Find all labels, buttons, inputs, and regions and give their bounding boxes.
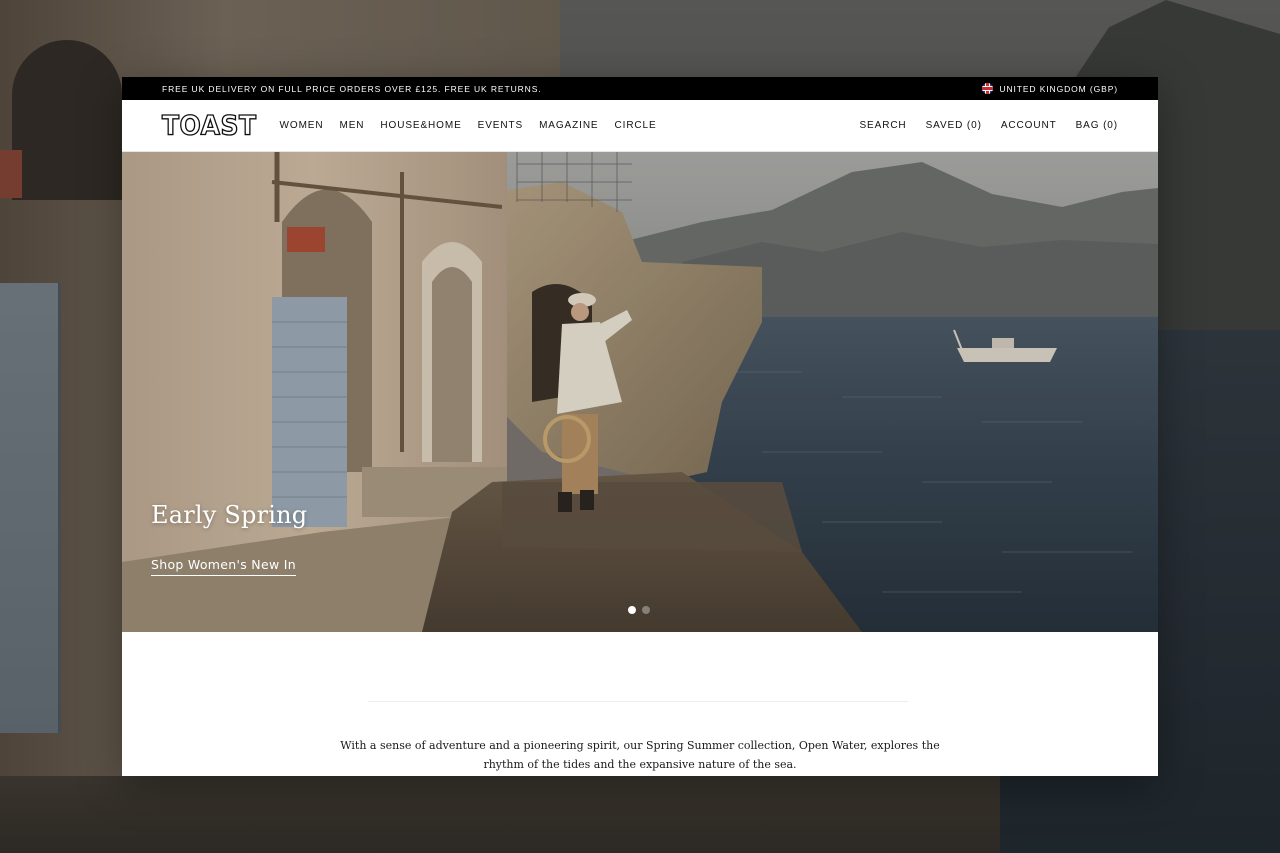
utility-nav: SEARCH SAVED (0) ACCOUNT BAG (0)	[859, 120, 1118, 131]
carousel-dots	[628, 606, 650, 614]
promo-message: FREE UK DELIVERY ON FULL PRICE ORDERS OV…	[162, 83, 542, 94]
bag-link[interactable]: BAG (0)	[1076, 120, 1118, 131]
carousel-dot-1[interactable]	[628, 606, 636, 614]
primary-nav: WOMEN MEN HOUSE&HOME EVENTS MAGAZINE CIR…	[280, 120, 657, 131]
toast-logo[interactable]: TOAST	[161, 112, 256, 140]
nav-magazine[interactable]: MAGAZINE	[539, 120, 598, 131]
nav-house-home[interactable]: HOUSE&HOME	[380, 120, 461, 131]
nav-women[interactable]: WOMEN	[280, 120, 324, 131]
intro-divider	[368, 701, 908, 702]
nav-circle[interactable]: CIRCLE	[615, 120, 657, 131]
saved-link[interactable]: SAVED (0)	[926, 120, 982, 131]
nav-men[interactable]: MEN	[340, 120, 365, 131]
hero-banner[interactable]: Early Spring Shop Women's New In	[122, 152, 1158, 632]
hero-cta-link[interactable]: Shop Women's New In	[151, 557, 296, 576]
region-selector[interactable]: UNITED KINGDOM (GBP)	[982, 83, 1118, 94]
header-left: TOAST WOMEN MEN HOUSE&HOME EVENTS MAGAZI…	[161, 112, 657, 140]
uk-flag-icon	[982, 83, 994, 94]
region-label: UNITED KINGDOM (GBP)	[999, 83, 1118, 94]
main-header: TOAST WOMEN MEN HOUSE&HOME EVENTS MAGAZI…	[122, 100, 1158, 152]
website-window: FREE UK DELIVERY ON FULL PRICE ORDERS OV…	[122, 77, 1158, 776]
intro-section: With a sense of adventure and a pioneeri…	[122, 632, 1158, 776]
intro-text: With a sense of adventure and a pioneeri…	[340, 739, 940, 771]
nav-events[interactable]: EVENTS	[478, 120, 523, 131]
carousel-dot-2[interactable]	[642, 606, 650, 614]
account-link[interactable]: ACCOUNT	[1001, 120, 1057, 131]
hero-title: Early Spring	[151, 501, 308, 529]
promo-bar: FREE UK DELIVERY ON FULL PRICE ORDERS OV…	[122, 77, 1158, 100]
search-link[interactable]: SEARCH	[859, 120, 906, 131]
